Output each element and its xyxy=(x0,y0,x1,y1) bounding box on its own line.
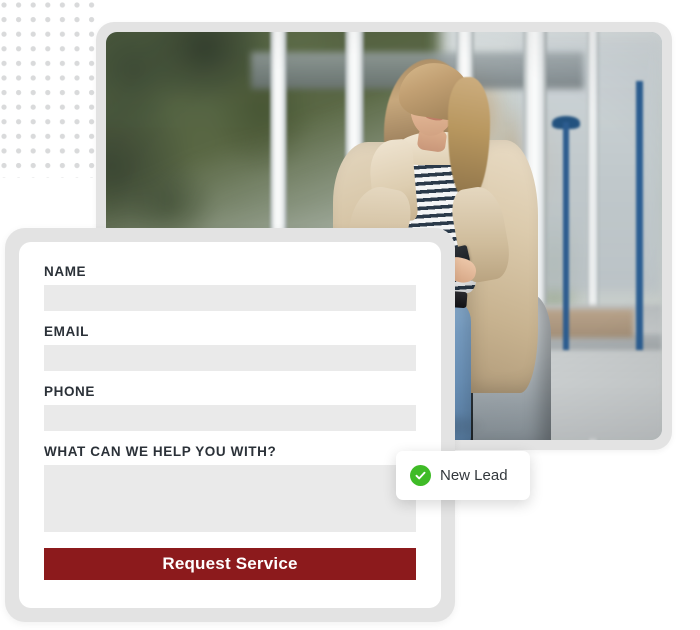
email-input[interactable] xyxy=(44,345,416,371)
lead-form-card: NAME EMAIL PHONE WHAT CAN WE HELP YOU WI… xyxy=(5,228,455,622)
request-service-button[interactable]: Request Service xyxy=(44,548,416,580)
new-lead-toast[interactable]: New Lead xyxy=(396,451,530,500)
lead-form: NAME EMAIL PHONE WHAT CAN WE HELP YOU WI… xyxy=(19,242,441,608)
message-label: WHAT CAN WE HELP YOU WITH? xyxy=(44,444,277,459)
check-circle-icon xyxy=(410,465,431,486)
name-input[interactable] xyxy=(44,285,416,311)
name-label: NAME xyxy=(44,264,87,279)
phone-label: PHONE xyxy=(44,384,96,399)
dot-grid-decoration xyxy=(0,0,96,178)
new-lead-label: New Lead xyxy=(440,467,508,484)
email-label: EMAIL xyxy=(44,324,89,339)
phone-input[interactable] xyxy=(44,405,416,431)
message-textarea[interactable] xyxy=(44,465,416,532)
